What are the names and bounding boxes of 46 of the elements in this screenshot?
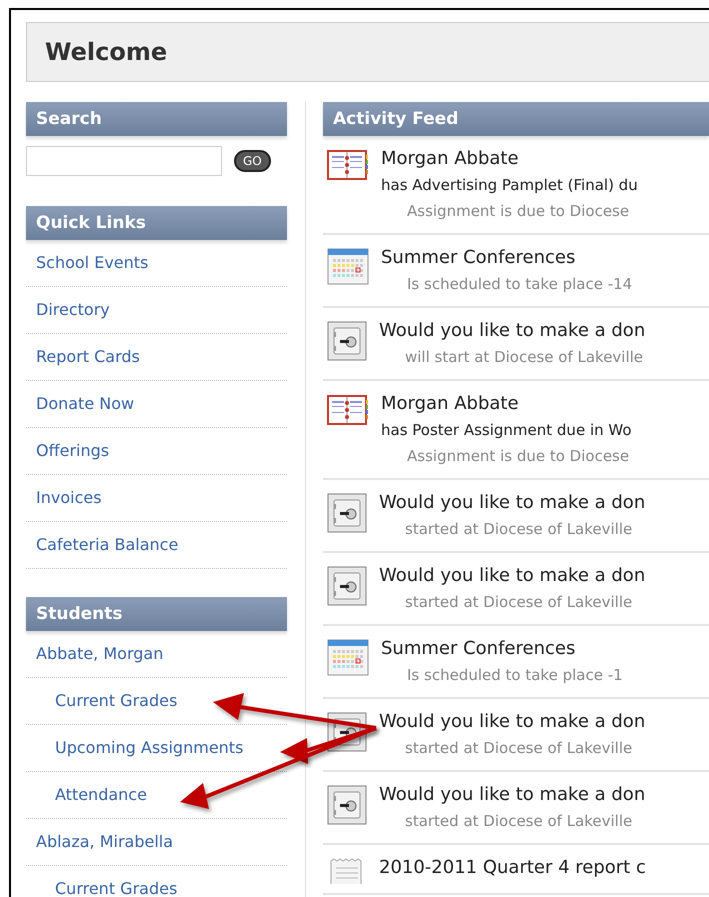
quick-link[interactable]: Invoices	[26, 475, 287, 522]
calendar-icon	[327, 639, 369, 677]
feed-detail: started at Diocese of Lakeville	[404, 738, 634, 759]
feed-title: 2010-2011 Quarter 4 report c	[379, 856, 646, 880]
feed-detail: Is scheduled to take place -14	[406, 274, 632, 295]
feed-detail: will start at Diocese of Lakeville	[404, 347, 644, 368]
planner-icon	[327, 394, 369, 426]
feed-text: has Poster Assignment due in Wo	[381, 420, 632, 441]
go-button[interactable]: GO	[234, 150, 271, 172]
feed-title: Morgan Abbate	[381, 147, 520, 171]
quick-link[interactable]: Donate Now	[26, 381, 287, 428]
feed-title: Would you like to make a don	[379, 319, 646, 343]
feed-title: Would you like to make a don	[379, 710, 646, 734]
feed-detail: Is scheduled to take place -1	[406, 665, 623, 686]
student-link[interactable]: Abbate, Morgan	[26, 631, 287, 678]
section-header: Activity Feed	[323, 102, 709, 136]
feed-title: Would you like to make a don	[379, 564, 646, 588]
page-title: Welcome	[45, 38, 168, 66]
feed-title: Summer Conferences	[381, 246, 576, 270]
feed-title: Summer Conferences	[381, 637, 576, 661]
quick-link[interactable]: Directory	[26, 287, 287, 334]
section-header: Students	[26, 597, 287, 631]
quick-link[interactable]: School Events	[26, 240, 287, 287]
quick-link[interactable]: Report Cards	[26, 334, 287, 381]
search-field[interactable]	[26, 146, 222, 176]
student-link[interactable]: Ablaza, Mirabella	[26, 819, 287, 866]
calendar-icon	[327, 248, 369, 286]
feed-text: has Advertising Pamplet (Final) du	[381, 175, 638, 196]
safe-icon	[327, 493, 367, 533]
feed-title: Would you like to make a don	[379, 491, 646, 515]
quick-link[interactable]: Cafeteria Balance	[26, 522, 287, 569]
feed-detail: Assignment is due to Diocese	[406, 201, 630, 222]
safe-icon	[327, 321, 367, 361]
quick-link[interactable]: Offerings	[26, 428, 287, 475]
feed-detail: started at Diocese of Lakeville	[404, 519, 634, 540]
safe-icon	[327, 566, 367, 606]
feed-detail: started at Diocese of Lakeville	[404, 592, 634, 613]
feed-detail: Assignment is due to Diocese	[406, 446, 630, 467]
section-header: Search	[26, 102, 287, 136]
feed-detail: started at Diocese of Lakeville	[404, 811, 634, 832]
student-page-link[interactable]: Current Grades	[26, 866, 287, 897]
planner-icon	[327, 149, 369, 181]
feed-title: Morgan Abbate	[381, 392, 520, 416]
safe-icon	[327, 785, 367, 825]
feed-title: Would you like to make a don	[379, 783, 646, 807]
section-header: Quick Links	[26, 206, 287, 240]
